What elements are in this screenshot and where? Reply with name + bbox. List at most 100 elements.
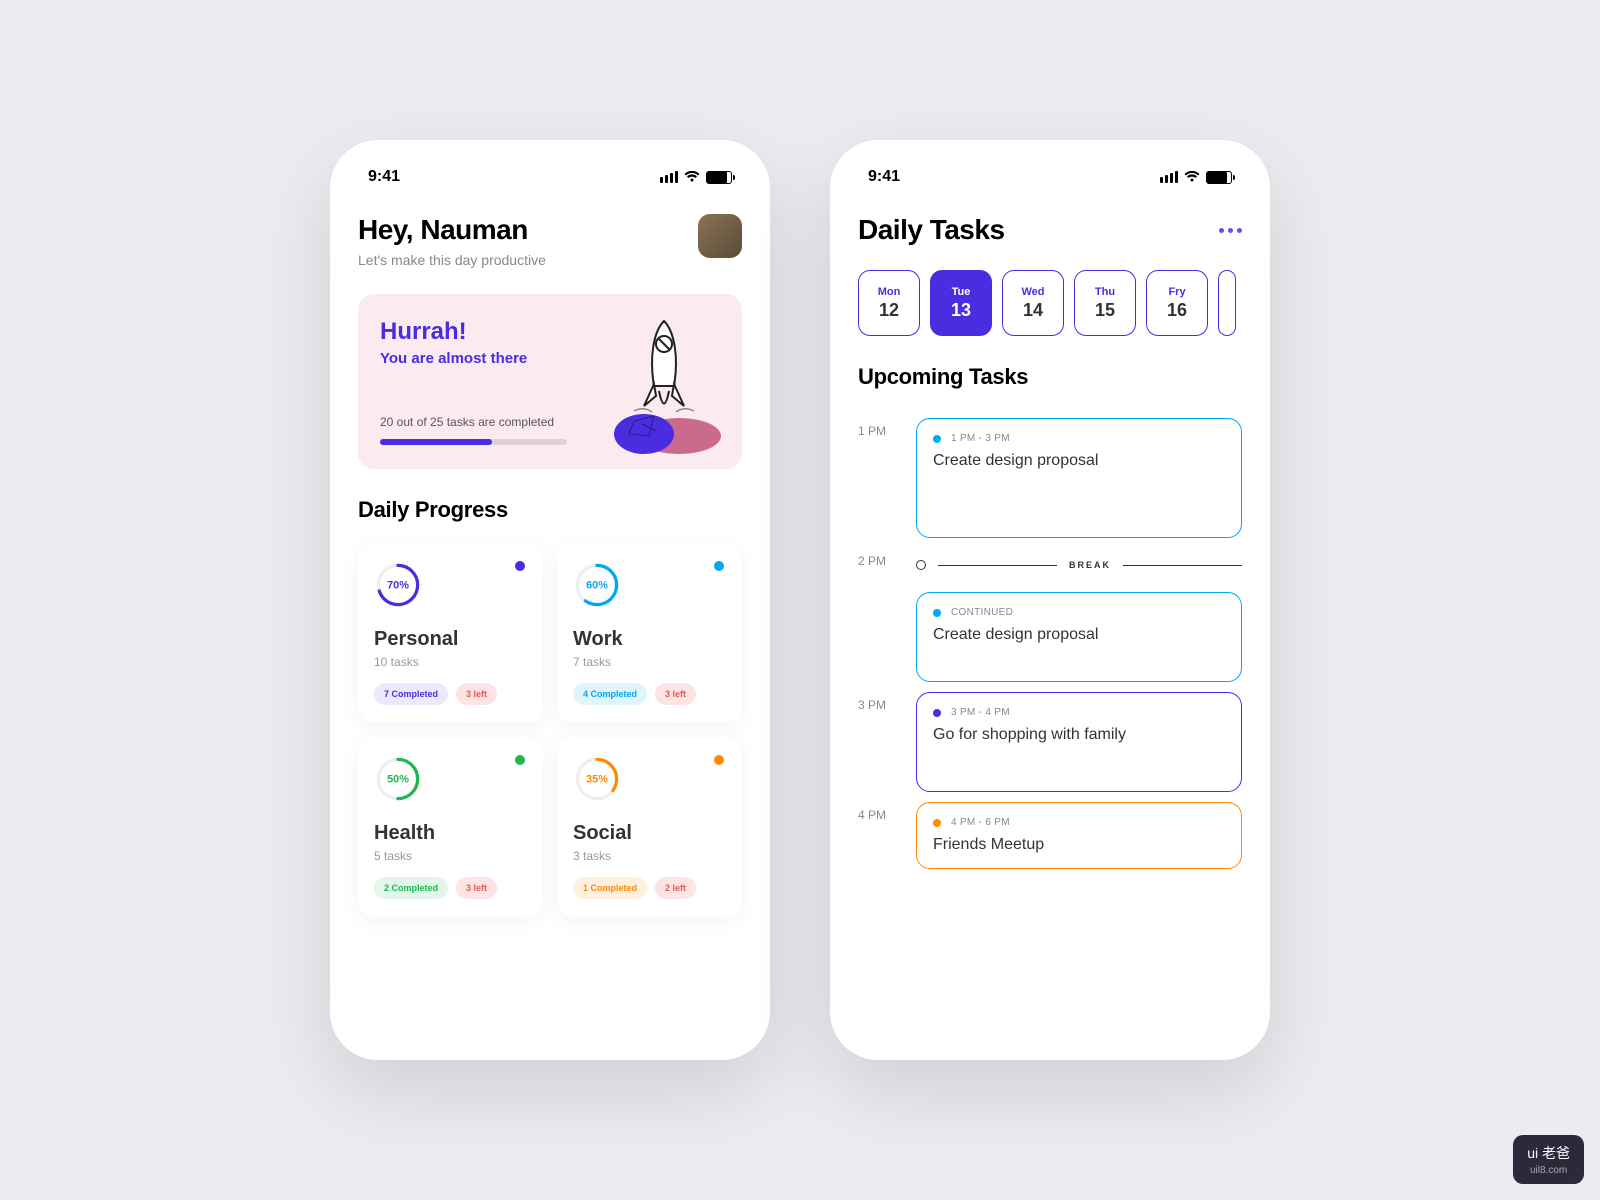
task-card[interactable]: 1 PM - 3 PM Create design proposal bbox=[916, 418, 1242, 538]
task-meta: 4 PM - 6 PM bbox=[933, 817, 1225, 828]
task-time: 3 PM - 4 PM bbox=[951, 707, 1010, 718]
badge-left: 3 left bbox=[456, 683, 497, 705]
date-pill-12[interactable]: Mon 12 bbox=[858, 270, 920, 336]
task-meta: CONTINUED bbox=[933, 607, 1225, 618]
tasks-list: 1 PM 1 PM - 3 PM Create design proposal … bbox=[858, 408, 1242, 869]
svg-text:35%: 35% bbox=[586, 773, 608, 785]
header: Hey, Nauman Let's make this day producti… bbox=[358, 214, 742, 268]
subtitle: Let's make this day productive bbox=[358, 252, 546, 268]
card-badges: 4 Completed 3 left bbox=[573, 683, 726, 705]
phone-home: 9:41 Hey, Nauman Let's make this day pro… bbox=[330, 140, 770, 1060]
task-row: 4 PM 4 PM - 6 PM Friends Meetup bbox=[858, 802, 1242, 869]
card-tasks: 5 tasks bbox=[374, 849, 527, 863]
task-card[interactable]: CONTINUED Create design proposal bbox=[916, 592, 1242, 682]
svg-text:60%: 60% bbox=[586, 579, 608, 591]
status-dot bbox=[515, 561, 525, 571]
task-title: Go for shopping with family bbox=[933, 726, 1225, 744]
date-day: Fry bbox=[1168, 286, 1185, 298]
task-title: Create design proposal bbox=[933, 452, 1225, 470]
badge-completed: 1 Completed bbox=[573, 877, 647, 899]
hurrah-progress-bar bbox=[380, 439, 567, 445]
task-time: CONTINUED bbox=[951, 607, 1013, 618]
date-num: 15 bbox=[1095, 300, 1115, 321]
card-badges: 2 Completed 3 left bbox=[374, 877, 527, 899]
wifi-icon bbox=[1184, 171, 1200, 183]
daily-title: Daily Tasks bbox=[858, 214, 1005, 246]
badge-completed: 4 Completed bbox=[573, 683, 647, 705]
time-label: 2 PM bbox=[858, 548, 902, 582]
watermark-main: ui 老爸 bbox=[1527, 1143, 1570, 1163]
date-strip[interactable]: Mon 12 Tue13Wed14 Thu 15 Fry 16 bbox=[858, 270, 1242, 336]
progress-ring: 60% bbox=[573, 561, 621, 609]
greeting: Hey, Nauman bbox=[358, 214, 546, 246]
daily-header: Daily Tasks bbox=[858, 214, 1242, 246]
date-pill-16[interactable]: Fry 16 bbox=[1146, 270, 1208, 336]
break-label: BREAK bbox=[1069, 560, 1111, 570]
wifi-icon bbox=[684, 171, 700, 183]
battery-icon bbox=[706, 171, 732, 184]
date-pill-13[interactable]: Tue13 bbox=[930, 270, 992, 336]
date-num: 12 bbox=[879, 300, 899, 321]
status-dot bbox=[714, 755, 724, 765]
progress-card-health[interactable]: 50% Health 5 tasks 2 Completed 3 left bbox=[358, 737, 543, 917]
progress-ring: 50% bbox=[374, 755, 422, 803]
progress-section-title: Daily Progress bbox=[358, 497, 742, 523]
task-row: CONTINUED Create design proposal bbox=[858, 592, 1242, 682]
card-name: Social bbox=[573, 822, 726, 845]
card-tasks: 3 tasks bbox=[573, 849, 726, 863]
task-title: Friends Meetup bbox=[933, 836, 1225, 854]
break-divider: BREAK bbox=[916, 560, 1242, 570]
card-name: Work bbox=[573, 628, 726, 651]
task-row: 1 PM 1 PM - 3 PM Create design proposal bbox=[858, 418, 1242, 538]
task-dot bbox=[933, 609, 941, 617]
card-tasks: 7 tasks bbox=[573, 655, 726, 669]
card-name: Personal bbox=[374, 628, 527, 651]
progress-card-social[interactable]: 35% Social 3 tasks 1 Completed 2 left bbox=[557, 737, 742, 917]
rocket-icon bbox=[584, 306, 734, 466]
status-bar: 9:41 bbox=[858, 164, 1242, 202]
status-dot bbox=[515, 755, 525, 765]
progress-card-personal[interactable]: 70% Personal 10 tasks 7 Completed 3 left bbox=[358, 543, 543, 723]
task-dot bbox=[933, 435, 941, 443]
task-time: 1 PM - 3 PM bbox=[951, 433, 1010, 444]
badge-left: 2 left bbox=[655, 877, 696, 899]
phone-tasks: 9:41 Daily Tasks Mon 12 Tue13Wed14 Thu 15 Fry… bbox=[830, 140, 1270, 1060]
status-bar: 9:41 bbox=[358, 164, 742, 202]
time-label bbox=[858, 592, 902, 682]
badge-completed: 2 Completed bbox=[374, 877, 448, 899]
badge-completed: 7 Completed bbox=[374, 683, 448, 705]
status-icons bbox=[660, 171, 732, 184]
date-num: 13 bbox=[951, 300, 971, 321]
card-badges: 1 Completed 2 left bbox=[573, 877, 726, 899]
status-time: 9:41 bbox=[868, 168, 900, 186]
progress-ring: 70% bbox=[374, 561, 422, 609]
date-num: 16 bbox=[1167, 300, 1187, 321]
task-card[interactable]: 3 PM - 4 PM Go for shopping with family bbox=[916, 692, 1242, 792]
progress-grid: 70% Personal 10 tasks 7 Completed 3 left… bbox=[358, 543, 742, 917]
svg-text:70%: 70% bbox=[387, 579, 409, 591]
status-dot bbox=[714, 561, 724, 571]
watermark: ui 老爸 uil8.com bbox=[1513, 1135, 1584, 1184]
date-day: Thu bbox=[1095, 286, 1115, 298]
avatar[interactable] bbox=[698, 214, 742, 258]
status-time: 9:41 bbox=[368, 168, 400, 186]
task-title: Create design proposal bbox=[933, 626, 1225, 644]
date-day: Mon bbox=[878, 286, 901, 298]
date-pill-15[interactable]: Thu 15 bbox=[1074, 270, 1136, 336]
date-pill-next[interactable] bbox=[1218, 270, 1236, 336]
task-row: 2 PM BREAK bbox=[858, 548, 1242, 582]
task-card[interactable]: 4 PM - 6 PM Friends Meetup bbox=[916, 802, 1242, 869]
more-icon[interactable] bbox=[1219, 228, 1242, 233]
task-dot bbox=[933, 819, 941, 827]
date-pill-14[interactable]: Wed14 bbox=[1002, 270, 1064, 336]
hurrah-card[interactable]: Hurrah! You are almost there 20 out of 2… bbox=[358, 294, 742, 469]
badge-left: 3 left bbox=[456, 877, 497, 899]
battery-icon bbox=[1206, 171, 1232, 184]
progress-ring: 35% bbox=[573, 755, 621, 803]
card-badges: 7 Completed 3 left bbox=[374, 683, 527, 705]
task-dot bbox=[933, 709, 941, 717]
watermark-sub: uil8.com bbox=[1530, 1165, 1567, 1176]
progress-card-work[interactable]: 60% Work 7 tasks 4 Completed 3 left bbox=[557, 543, 742, 723]
upcoming-title: Upcoming Tasks bbox=[858, 364, 1242, 390]
signal-icon bbox=[660, 171, 678, 183]
